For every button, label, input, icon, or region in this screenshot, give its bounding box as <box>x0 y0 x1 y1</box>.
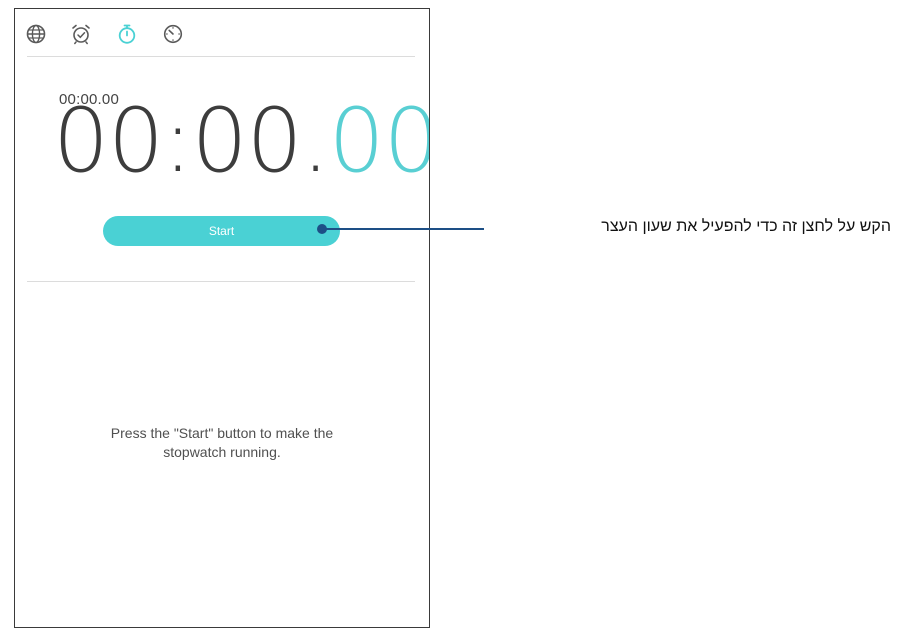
callout-dot <box>317 224 327 234</box>
tab-timer[interactable] <box>162 23 184 45</box>
phone-screen: 00:00.00 00:00.00 Start Press the "Start… <box>14 8 430 628</box>
stopwatch-time-hundredths: 00 <box>328 89 430 192</box>
timer-icon <box>163 24 183 44</box>
globe-icon <box>26 24 46 44</box>
start-hint-line-1: Press the "Start" button to make the <box>110 425 334 441</box>
tab-alarm[interactable] <box>70 23 92 45</box>
start-hint-line-2: stopwatch running. <box>163 444 281 460</box>
start-button[interactable]: Start <box>103 216 340 246</box>
start-hint: Press the "Start" button to make the sto… <box>15 424 429 462</box>
stopwatch-time-main: 00:00. <box>53 89 330 192</box>
content-divider <box>27 281 415 282</box>
tab-bar <box>15 9 429 57</box>
tab-stopwatch[interactable] <box>116 23 138 45</box>
stopwatch-icon <box>118 24 136 44</box>
tab-divider <box>27 56 415 57</box>
alarm-clock-icon <box>72 24 90 45</box>
callout-line <box>322 228 484 230</box>
callout-text: הקש על לחצן זה כדי להפעיל את שעון העצר <box>601 218 891 235</box>
tab-world-clock[interactable] <box>25 23 47 45</box>
stopwatch-time-display: 00:00.00 <box>53 97 429 185</box>
